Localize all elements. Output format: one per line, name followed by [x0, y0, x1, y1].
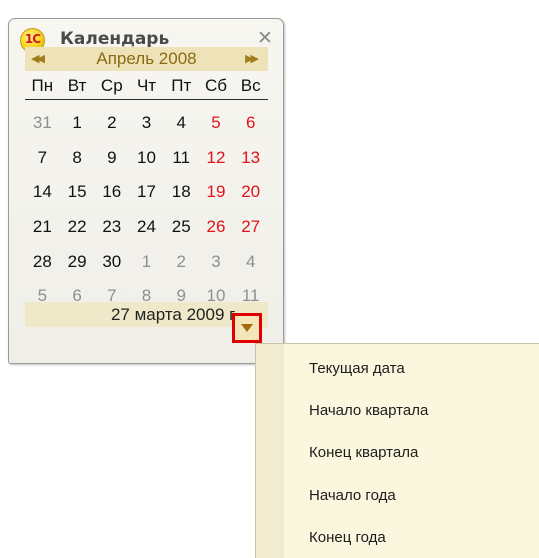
weekday-label: Вт — [67, 76, 87, 95]
weekday-label: Вс — [240, 76, 261, 95]
day-grid: 31 1 2 3 4 5 6 7 8 9 10 11 12 13 14 15 16 17 18 19 20 21 22 23 2… — [25, 106, 268, 314]
menu-item-current-date[interactable]: Текущая дата — [309, 354, 529, 384]
triangle-down-icon — [241, 324, 253, 332]
calendar-week-row: 7 8 9 10 11 12 13 — [25, 141, 268, 176]
month-navigator: ◀◀ Апрель 2008 ▶▶ — [25, 47, 268, 71]
selected-date-text: 27 марта 2009 г. — [110, 305, 238, 324]
calendar-day[interactable]: 6 — [233, 106, 268, 141]
calendar-day[interactable]: 17 — [129, 175, 164, 210]
calendar-day[interactable]: 18 — [164, 175, 199, 210]
calendar-day[interactable]: 1 — [129, 245, 164, 280]
calendar-day[interactable]: 19 — [199, 175, 234, 210]
calendar-day[interactable]: 26 — [199, 210, 234, 245]
menu-item-year-end[interactable]: Конец года — [309, 523, 529, 553]
next-month-icon[interactable]: ▶▶ — [245, 50, 259, 68]
calendar-day[interactable]: 5 — [199, 106, 234, 141]
menu-item-year-start[interactable]: Начало года — [309, 481, 529, 511]
weekday-label: Чт — [136, 76, 157, 95]
menu-icon-strip — [256, 344, 284, 558]
calendar-day[interactable]: 2 — [164, 245, 199, 280]
menu-item-quarter-end[interactable]: Конец квартала — [309, 438, 529, 468]
calendar-day[interactable]: 27 — [233, 210, 268, 245]
calendar-day[interactable]: 15 — [60, 175, 95, 210]
logo-text: 1С — [24, 32, 41, 46]
weekday-label: Пн — [31, 76, 54, 95]
calendar-day[interactable]: 21 — [25, 210, 60, 245]
calendar-day[interactable]: 11 — [164, 141, 199, 176]
calendar-day[interactable]: 1 — [60, 106, 95, 141]
calendar-day[interactable]: 16 — [94, 175, 129, 210]
calendar-day[interactable]: 25 — [164, 210, 199, 245]
date-choice-menu: Текущая дата Начало квартала Конец кварт… — [255, 343, 539, 558]
calendar-day[interactable]: 3 — [199, 245, 234, 280]
calendar-week-row: 28 29 30 1 2 3 4 — [25, 245, 268, 280]
calendar-day[interactable]: 20 — [233, 175, 268, 210]
calendar-day[interactable]: 28 — [25, 245, 60, 280]
calendar-day[interactable]: 24 — [129, 210, 164, 245]
calendar-day[interactable]: 22 — [60, 210, 95, 245]
calendar-day[interactable]: 10 — [129, 141, 164, 176]
month-label[interactable]: Апрель 2008 — [25, 49, 268, 69]
calendar-day[interactable]: 31 — [25, 106, 60, 141]
weekday-header: Пн Вт Ср Чт Пт Сб Вс — [25, 73, 268, 100]
calendar-day[interactable]: 13 — [233, 141, 268, 176]
calendar-day[interactable]: 12 — [199, 141, 234, 176]
menu-item-quarter-start[interactable]: Начало квартала — [309, 396, 529, 426]
window-title: Календарь — [60, 29, 170, 49]
calendar-week-row: 14 15 16 17 18 19 20 — [25, 175, 268, 210]
calendar-day[interactable]: 3 — [129, 106, 164, 141]
weekday-label: Пт — [171, 76, 192, 95]
calendar-day[interactable]: 8 — [60, 141, 95, 176]
calendar-week-row: 31 1 2 3 4 5 6 — [25, 106, 268, 141]
calendar-day[interactable]: 4 — [233, 245, 268, 280]
calendar-day[interactable]: 30 — [94, 245, 129, 280]
calendar-day[interactable]: 2 — [94, 106, 129, 141]
calendar-day[interactable]: 14 — [25, 175, 60, 210]
calendar-day[interactable]: 9 — [94, 141, 129, 176]
weekday-label: Ср — [100, 76, 123, 95]
date-choice-dropdown-button[interactable] — [232, 313, 262, 343]
calendar-day[interactable]: 4 — [164, 106, 199, 141]
calendar-week-row: 21 22 23 24 25 26 27 — [25, 210, 268, 245]
calendar-day[interactable]: 29 — [60, 245, 95, 280]
weekday-label: Сб — [204, 76, 227, 95]
calendar-day[interactable]: 23 — [94, 210, 129, 245]
calendar-day[interactable]: 7 — [25, 141, 60, 176]
